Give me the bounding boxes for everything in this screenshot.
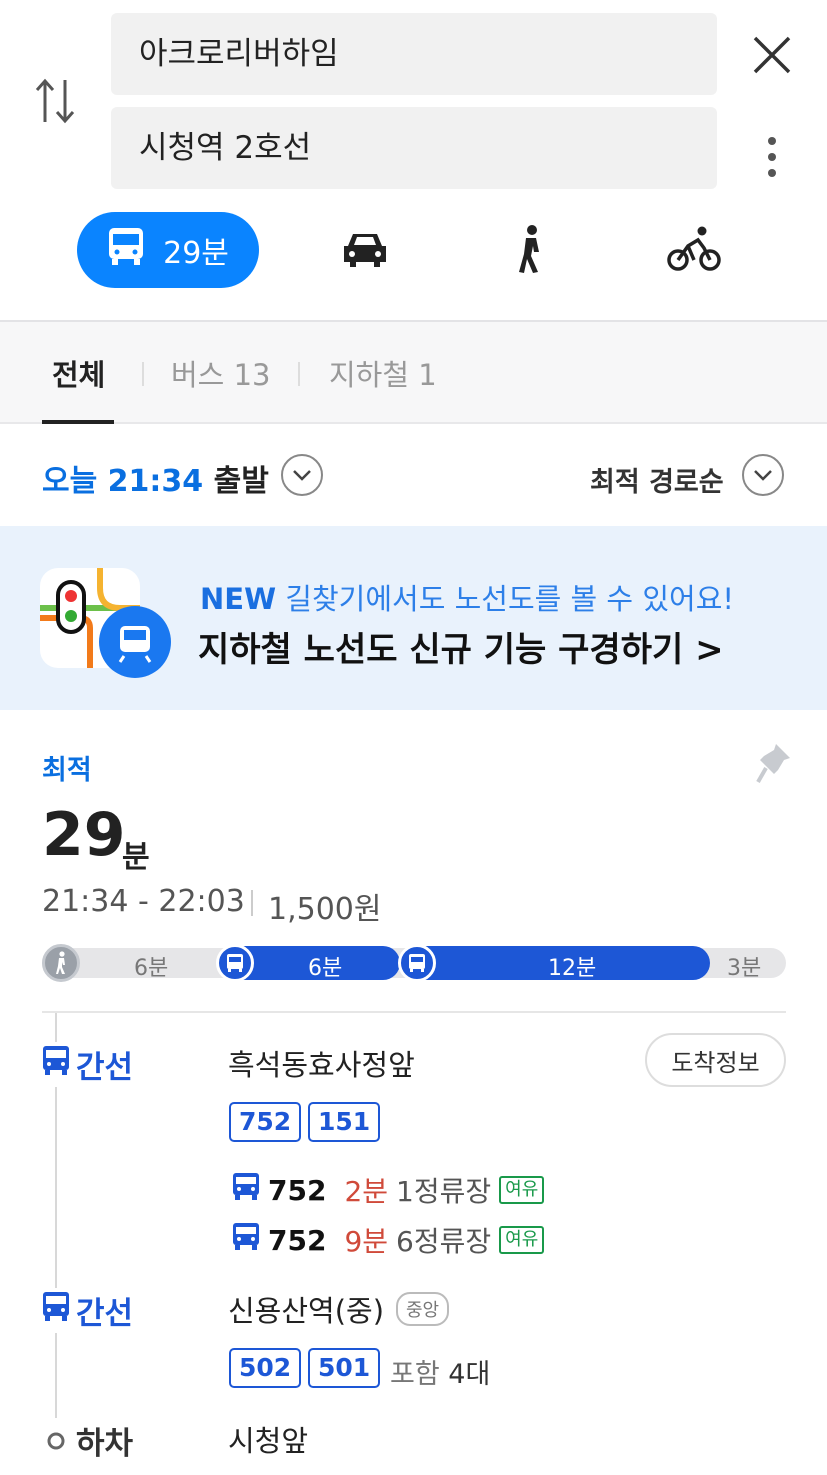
route-label: 최적 bbox=[42, 755, 92, 786]
tab-subway[interactable]: 지하철 1 bbox=[329, 352, 437, 394]
time-range: 21:34 - 22:03 bbox=[42, 884, 245, 919]
bus-route-chip[interactable]: 501 bbox=[308, 1348, 381, 1388]
mode-transit[interactable]: 29분 bbox=[77, 212, 259, 288]
divider bbox=[42, 1011, 786, 1013]
included-count: 4대 bbox=[448, 1359, 491, 1390]
transit-time: 29분 bbox=[163, 236, 229, 271]
tab-bus[interactable]: 버스 13 bbox=[171, 352, 270, 394]
new-badge: NEW bbox=[200, 582, 277, 616]
tab-divider bbox=[298, 362, 300, 386]
crowd-status-badge: 여유 bbox=[499, 1176, 545, 1204]
bus-icon bbox=[232, 1172, 260, 1209]
banner-headline: NEW 길찾기에서도 노선도를 볼 수 있어요! bbox=[200, 576, 734, 618]
more-icon[interactable] bbox=[766, 136, 778, 180]
segment-bus-2-label: 12분 bbox=[548, 956, 597, 981]
close-icon[interactable] bbox=[752, 35, 792, 75]
bus-route-chip[interactable]: 151 bbox=[308, 1102, 381, 1142]
origin-field[interactable]: 아크로리버하임 bbox=[111, 13, 717, 95]
swap-icon[interactable] bbox=[34, 76, 78, 126]
bus-icon bbox=[216, 944, 254, 982]
bus-route-chip[interactable]: 502 bbox=[229, 1348, 302, 1388]
chevron-down-icon[interactable] bbox=[742, 454, 784, 496]
stop-circle-icon bbox=[46, 1423, 66, 1459]
walk-icon bbox=[42, 944, 80, 982]
leg-2-type-label: 간선 bbox=[76, 1296, 134, 1332]
bus-icon bbox=[42, 1291, 70, 1331]
tab-divider bbox=[142, 362, 144, 386]
departure-time-value: 오늘 21:34 bbox=[42, 464, 204, 499]
sort-option[interactable]: 최적 경로순 bbox=[590, 460, 724, 499]
included-prefix: 포함 bbox=[390, 1359, 440, 1390]
car-icon[interactable] bbox=[342, 230, 388, 272]
segment-walk-1-label: 6분 bbox=[134, 956, 169, 981]
median-lane-tag: 중앙 bbox=[396, 1292, 450, 1326]
segment-walk-2-label: 3분 bbox=[727, 956, 762, 981]
arrival-row: 752 9분 6정류장 여유 bbox=[232, 1222, 545, 1259]
segment-bus-1-label: 6분 bbox=[308, 956, 343, 981]
bus-icon bbox=[42, 1045, 70, 1085]
banner-cta: 지하철 노선도 신규 기능 구경하기 > bbox=[198, 630, 724, 670]
chevron-down-icon[interactable] bbox=[281, 454, 323, 496]
pin-icon[interactable] bbox=[756, 742, 792, 788]
total-minutes: 29 bbox=[42, 800, 126, 870]
bus-icon bbox=[107, 226, 145, 274]
leg-2-type: 간선 bbox=[42, 1288, 134, 1333]
leg-1-type: 간선 bbox=[42, 1042, 134, 1087]
subway-map-app-icon bbox=[40, 568, 176, 708]
banner-line1-text: 길찾기에서도 노선도를 볼 수 있어요! bbox=[285, 582, 734, 616]
arrival-row: 752 2분 1정류장 여유 bbox=[232, 1172, 545, 1209]
arrival-minutes: 2분 bbox=[344, 1175, 389, 1208]
route-type-tabs: 전체 버스 13 지하철 1 bbox=[0, 320, 827, 424]
get-off-step: 하차 bbox=[46, 1418, 134, 1463]
leg-1-stop[interactable]: 흑석동효사정앞 bbox=[228, 1042, 415, 1084]
arrival-stops-away: 1정류장 bbox=[396, 1175, 492, 1208]
arrival-bus-number: 752 bbox=[268, 1173, 327, 1207]
arrival-info-button[interactable]: 도착정보 bbox=[645, 1033, 786, 1087]
departure-suffix: 출발 bbox=[213, 464, 269, 499]
crowd-status-badge: 여유 bbox=[499, 1226, 545, 1254]
bicycle-icon[interactable] bbox=[666, 226, 722, 276]
divider bbox=[251, 890, 253, 916]
destination-field[interactable]: 시청역 2호선 bbox=[111, 107, 717, 189]
get-off-stop[interactable]: 시청앞 bbox=[228, 1418, 308, 1460]
departure-time[interactable]: 오늘 21:34 출발 bbox=[42, 456, 269, 500]
leg-2-stop[interactable]: 신용산역(중) bbox=[228, 1288, 384, 1330]
subway-map-banner[interactable]: NEW 길찾기에서도 노선도를 볼 수 있어요! 지하철 노선도 신규 기능 구… bbox=[0, 526, 827, 710]
tab-all[interactable]: 전체 bbox=[52, 352, 105, 394]
arrival-minutes: 9분 bbox=[344, 1225, 389, 1258]
total-minutes-unit: 분 bbox=[122, 840, 150, 875]
route-segment-bar: 6분 6분 12분 3분 bbox=[42, 944, 786, 982]
tab-active-indicator bbox=[42, 420, 114, 424]
walk-icon[interactable] bbox=[514, 224, 546, 278]
get-off-label: 하차 bbox=[76, 1426, 134, 1462]
fare: 1,500원 bbox=[268, 892, 382, 927]
bus-icon bbox=[398, 944, 436, 982]
included-buses[interactable]: 포함 4대 bbox=[390, 1352, 490, 1391]
arrival-stops-away: 6정류장 bbox=[396, 1225, 492, 1258]
leg-1-type-label: 간선 bbox=[76, 1050, 134, 1086]
mode-selector: 29분 bbox=[0, 212, 827, 290]
arrival-bus-number: 752 bbox=[268, 1223, 327, 1257]
bus-icon bbox=[232, 1222, 260, 1259]
bus-route-chip[interactable]: 752 bbox=[229, 1102, 302, 1142]
